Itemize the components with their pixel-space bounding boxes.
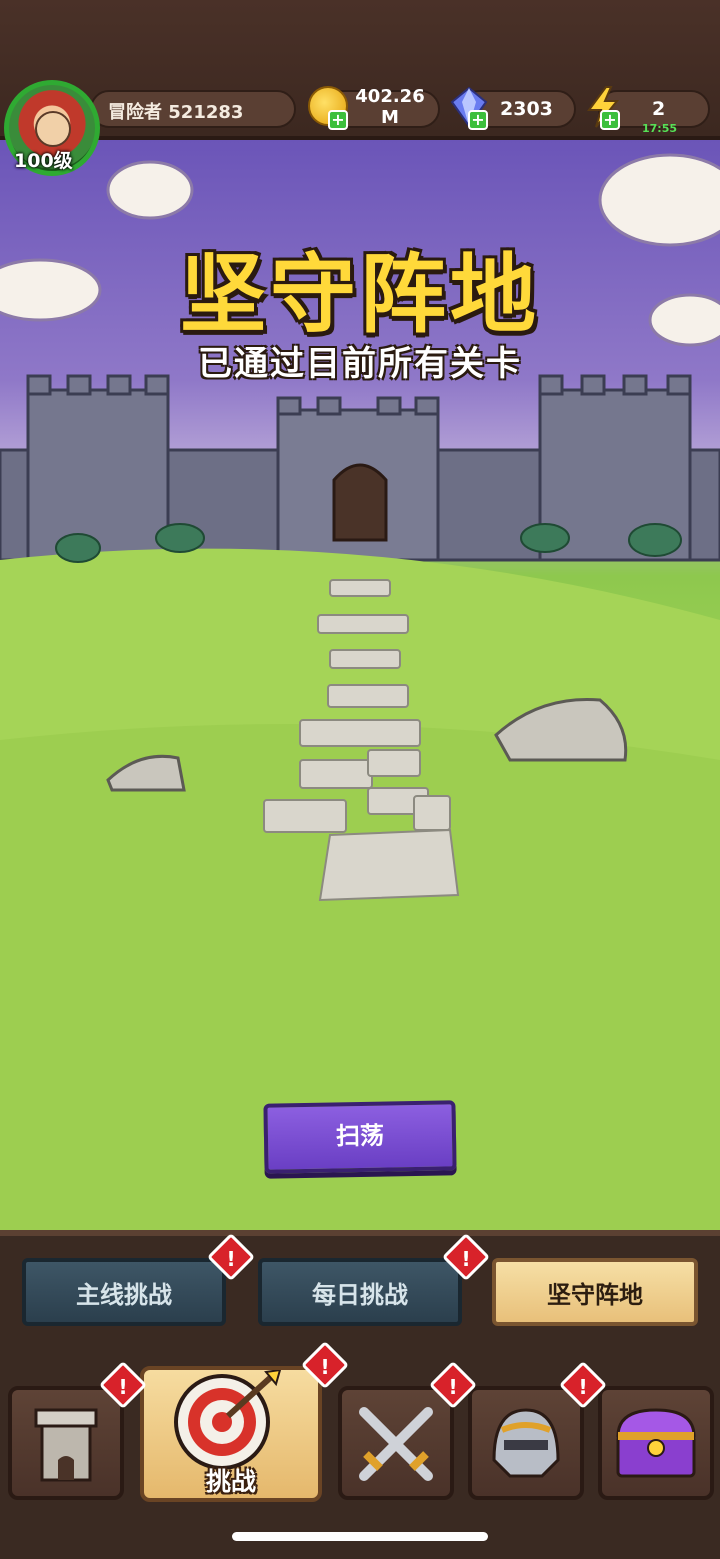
gem-plus-icon[interactable]: + — [468, 110, 488, 130]
home-indicator[interactable] — [232, 1532, 488, 1541]
coin-amount: 402.26 M — [350, 86, 430, 128]
energy-refill-timer: 17:55 — [642, 122, 678, 135]
coin-plus-icon[interactable]: + — [328, 110, 348, 130]
coin-unit: M — [381, 107, 399, 128]
stage-background: 坚守阵地 已通过目前所有关卡 — [0, 140, 720, 1230]
nav-chest-button[interactable] — [598, 1386, 714, 1500]
gem-value: 2303 — [500, 98, 553, 120]
nav-challenge-label: 挑战 — [205, 1467, 256, 1496]
tower-icon — [34, 1408, 98, 1482]
stage-title: 坚守阵地 — [180, 245, 540, 345]
player-name: 冒险者 521283 — [108, 102, 244, 123]
tab-daily-challenge[interactable]: 每日挑战 — [258, 1258, 462, 1326]
tab-hold-the-ground[interactable]: 坚守阵地 — [492, 1258, 698, 1326]
helmet-icon — [492, 1408, 560, 1478]
stage-subtitle: 已通过目前所有关卡 — [198, 344, 522, 384]
energy-value: 2 — [652, 98, 666, 120]
energy-plus-icon[interactable]: + — [600, 110, 620, 130]
player-level-badge: 100级 — [14, 150, 73, 172]
coin-value: 402.26 — [355, 86, 425, 107]
avatar-face — [35, 111, 71, 147]
crossed-swords-icon — [359, 1407, 433, 1481]
sweep-button[interactable]: 扫荡 — [263, 1100, 457, 1174]
tab-main-challenge[interactable]: 主线挑战 — [22, 1258, 226, 1326]
treasure-chest-icon — [616, 1408, 696, 1478]
